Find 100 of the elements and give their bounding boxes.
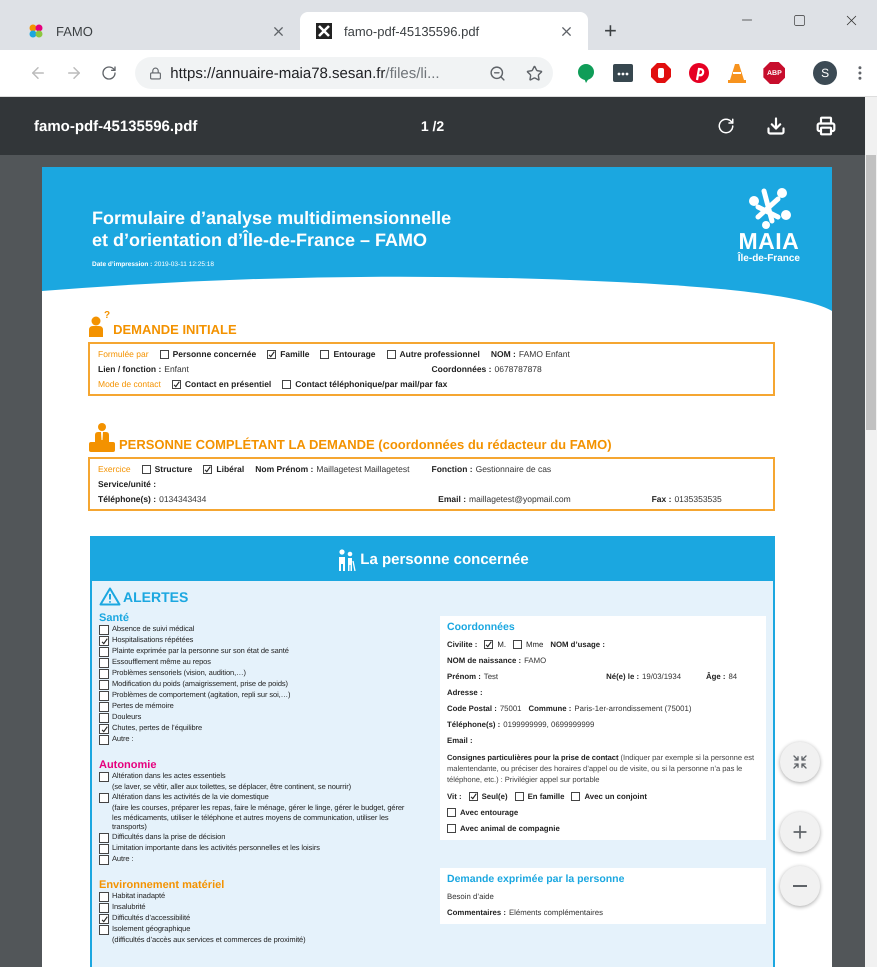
checkbox[interactable] <box>99 735 109 745</box>
checkbox[interactable] <box>99 892 109 902</box>
checkbox[interactable] <box>99 925 109 936</box>
section-title: DEMANDE INITIALE <box>113 322 237 337</box>
option-label: Contact téléphonique/par mail/par fax <box>295 379 448 389</box>
card-title: Demande exprimée par la personne <box>447 873 626 885</box>
checkbox[interactable] <box>99 625 109 635</box>
field-label: Mode de contact <box>98 379 161 389</box>
field-value: Enfant <box>164 364 189 374</box>
logo-name: MAIA <box>738 229 800 253</box>
checkbox[interactable] <box>142 464 151 474</box>
checkbox[interactable] <box>99 713 109 723</box>
shrink-icon <box>792 754 808 770</box>
checkbox[interactable] <box>99 702 109 712</box>
download-icon[interactable] <box>766 116 786 136</box>
checkbox[interactable] <box>99 772 109 782</box>
lock-icon <box>149 66 162 80</box>
checkbox[interactable] <box>99 680 109 690</box>
address-bar[interactable]: https://annuaire-maia78.sesan.fr/files/li... <box>135 57 553 89</box>
checkbox[interactable] <box>99 724 109 734</box>
zoom-out-icon[interactable] <box>488 64 506 82</box>
field-value: maillagetest@yopmail.com <box>469 494 571 504</box>
printer-icon[interactable] <box>816 116 836 136</box>
panel-title: La personne concernée <box>360 551 529 568</box>
checkbox[interactable] <box>203 464 212 474</box>
minus-icon <box>793 885 807 887</box>
checkbox[interactable] <box>99 844 109 854</box>
field-label: Téléphone(s) : <box>98 494 156 504</box>
checkbox[interactable] <box>267 350 276 358</box>
field-value: 0135353535 <box>674 494 722 504</box>
browser-tab[interactable]: famo-pdf-45135596.pdf <box>300 12 588 50</box>
checkbox[interactable] <box>320 350 330 358</box>
checkbox[interactable] <box>99 647 109 657</box>
checkbox[interactable] <box>447 808 456 817</box>
checkbox[interactable] <box>99 903 109 914</box>
option-label: Famille <box>280 349 310 359</box>
field-label: NOM : <box>490 349 516 359</box>
person-icon <box>88 315 104 337</box>
question-mark: ? <box>104 311 110 321</box>
checkbox[interactable] <box>172 380 181 388</box>
field-label: Formulée par <box>98 349 149 359</box>
field-value: 0134343434 <box>159 494 206 504</box>
checkbox[interactable] <box>447 824 456 833</box>
checkbox[interactable] <box>514 792 524 801</box>
option-label: Personne concernée <box>172 349 256 359</box>
group-title: Santé <box>99 612 130 624</box>
field-label: Exercice <box>98 464 131 474</box>
alerts-title: ALERTES <box>123 588 188 604</box>
maximize-icon[interactable] <box>792 14 806 26</box>
checkbox[interactable] <box>99 691 109 701</box>
checkbox[interactable] <box>99 833 109 844</box>
browser-tab[interactable]: FAMO <box>12 12 300 50</box>
checkbox[interactable] <box>468 792 478 801</box>
field-label: Coordonnées : <box>432 364 492 374</box>
field-value: Gestionnaire de cas <box>476 464 552 474</box>
field-label: Lien / fonction : <box>98 364 162 374</box>
bookmark-star-icon[interactable] <box>526 64 543 82</box>
field-value: 0678787878 <box>494 364 542 374</box>
profile-avatar[interactable]: S <box>813 61 838 85</box>
field-label: Fax : <box>652 494 672 504</box>
person-at-desk-icon <box>88 422 116 452</box>
field-label: Service/unité : <box>98 479 156 489</box>
checkbox[interactable] <box>99 669 109 679</box>
field-label: Fonction : <box>432 464 473 474</box>
option-label: Autre professionnel <box>400 349 480 359</box>
field-label: Email : <box>438 494 466 504</box>
checkbox[interactable] <box>386 350 396 358</box>
card-title: Coordonnées <box>447 621 516 633</box>
warning-icon <box>99 587 121 606</box>
reload-icon[interactable] <box>101 65 118 81</box>
rotate-icon[interactable] <box>717 117 735 135</box>
checkbox[interactable] <box>484 640 494 649</box>
checkbox[interactable] <box>571 792 580 801</box>
checkbox[interactable] <box>99 658 109 668</box>
new-tab-button[interactable]: + <box>604 20 617 42</box>
tab-title: FAMO <box>56 24 94 38</box>
option-label: Entourage <box>333 349 376 359</box>
tab-title: famo-pdf-45135596.pdf <box>344 24 480 38</box>
checkbox[interactable] <box>99 914 109 924</box>
checkbox[interactable] <box>99 636 109 646</box>
checkbox[interactable] <box>99 792 109 803</box>
page-number: 1 /2 <box>420 118 444 134</box>
option-label: Contact en présentiel <box>184 379 272 389</box>
option-label: Structure <box>154 464 192 474</box>
scrollbar-thumb[interactable] <box>866 155 876 430</box>
group-title: Autonomie <box>99 759 158 771</box>
document-icon <box>316 23 332 39</box>
flower-icon <box>28 23 44 39</box>
field-value: Maillagetest Maillagetest <box>316 464 410 474</box>
field-label: Nom Prénom : <box>255 464 314 474</box>
checkbox[interactable] <box>160 350 169 358</box>
person-with-walker-icon <box>336 548 356 570</box>
section-title: PERSONNE COMPLÉTANT LA DEMANDE (coordonnées du rédacteur du FAMO) <box>119 437 612 452</box>
file-name: famo-pdf-45135596.pdf <box>34 118 198 134</box>
group-title: Environnement matériel <box>99 879 226 892</box>
logo-region: Île-de-France <box>738 253 800 264</box>
checkbox[interactable] <box>282 380 292 388</box>
checkbox[interactable] <box>99 855 109 866</box>
checkbox[interactable] <box>513 640 522 649</box>
form-title: Formulaire d’analyse multidimensionnelle et d’orientation d’Île-de-France – FAMO <box>92 207 452 251</box>
